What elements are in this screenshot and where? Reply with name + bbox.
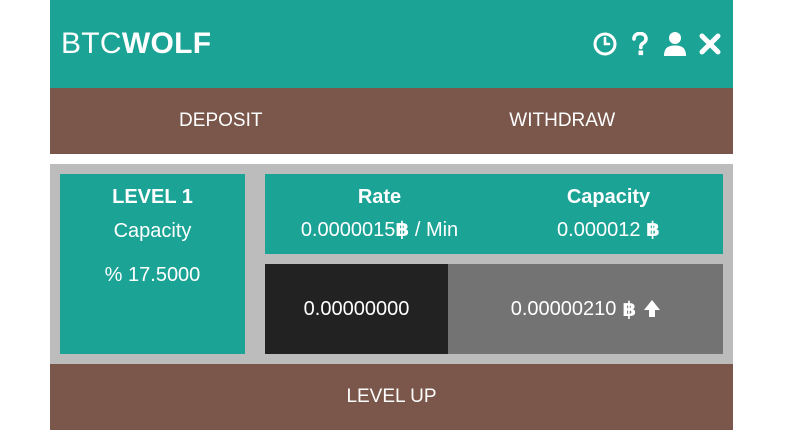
nav-tabs: DEPOSIT WITHDRAW <box>50 88 733 154</box>
level-capacity-label: Capacity <box>113 220 192 242</box>
main-panel: LEVEL 1 Capacity % 17.5000 Rate 0.000001… <box>50 164 733 364</box>
capacity-header: Capacity <box>566 186 651 208</box>
level-capacity-percent: % 17.5000 <box>104 264 201 286</box>
bitcoin-icon: ฿ <box>622 298 637 321</box>
brand-light-text: BTC <box>61 27 122 60</box>
header-icons <box>592 30 723 58</box>
rate-amount: 0.0000015 <box>300 219 396 241</box>
app-window: BTCWOLF DEPOSIT WITHDRAW LEVEL 1 Capacit… <box>50 0 733 440</box>
clock-icon[interactable] <box>592 31 618 57</box>
level-title: LEVEL 1 <box>112 186 193 208</box>
earning-display: 0.00000210 ฿ <box>448 264 723 354</box>
capacity-value: 0.000012 ฿ <box>494 218 723 242</box>
arrow-up-icon <box>644 300 661 317</box>
rate-value: 0.0000015฿ / Min <box>265 218 494 242</box>
bitcoin-icon: ฿ <box>395 219 410 241</box>
rate-unit: / Min <box>409 219 459 241</box>
user-icon[interactable] <box>662 31 688 57</box>
earning-value: 0.00000210 <box>510 297 617 320</box>
level-up-button[interactable]: LEVEL UP <box>50 364 733 430</box>
brand-logo: BTCWOLF <box>61 27 211 61</box>
deposit-button[interactable]: DEPOSIT <box>50 88 392 154</box>
rate-column: Rate 0.0000015฿ / Min <box>265 174 494 254</box>
capacity-column: Capacity 0.000012 ฿ <box>494 174 723 254</box>
balance-row: 0.00000000 0.00000210 ฿ <box>265 264 723 354</box>
help-icon[interactable] <box>627 31 653 57</box>
brand-bold-text: WOLF <box>121 27 212 60</box>
stats-card: Rate 0.0000015฿ / Min Capacity 0.000012 … <box>265 174 723 254</box>
withdraw-button[interactable]: WITHDRAW <box>392 88 734 154</box>
bitcoin-icon: ฿ <box>646 219 660 241</box>
capacity-amount: 0.000012 <box>557 219 647 241</box>
close-icon[interactable] <box>697 31 723 57</box>
level-card: LEVEL 1 Capacity % 17.5000 <box>60 174 245 354</box>
header-bar: BTCWOLF <box>50 0 733 88</box>
balance-value: 0.00000000 <box>303 297 410 320</box>
balance-display: 0.00000000 <box>265 264 448 354</box>
rate-header: Rate <box>357 186 402 208</box>
